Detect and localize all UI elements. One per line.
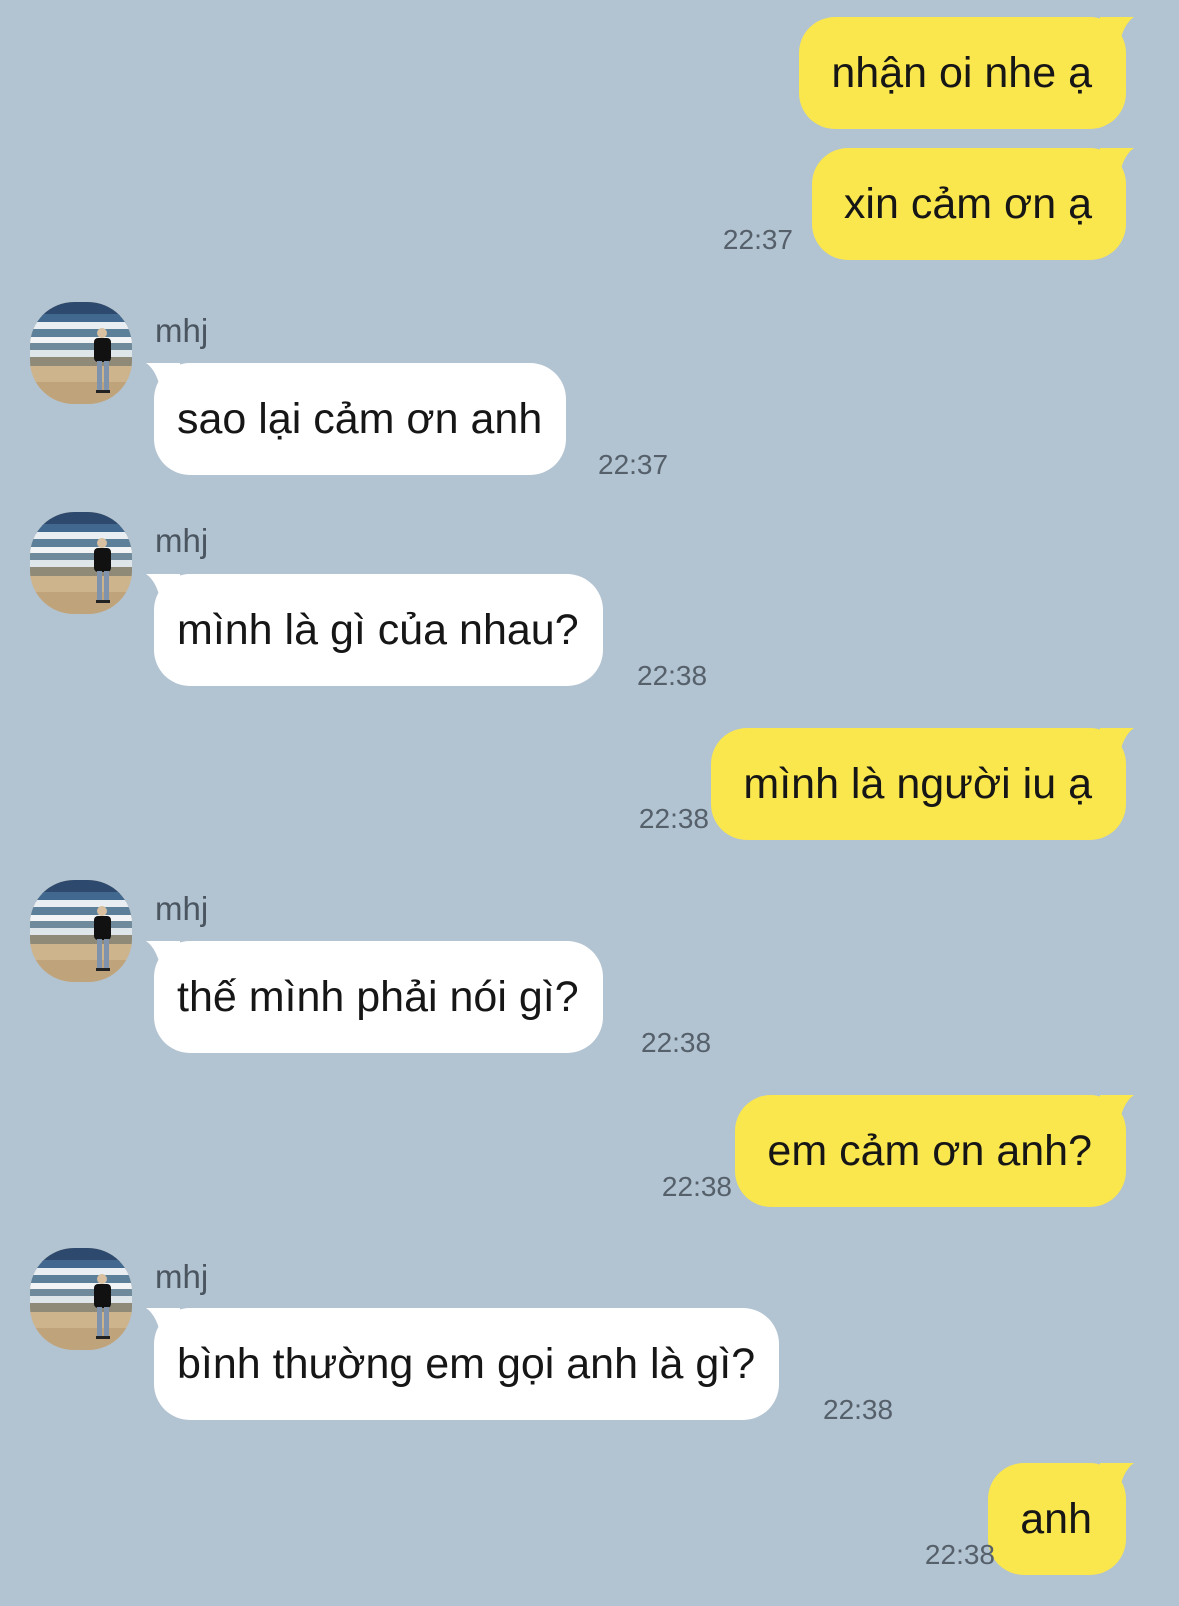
message-text: bình thường em gọi anh là gì? [177,1340,756,1388]
incoming-message-bubble[interactable]: thế mình phải nói gì? [154,941,603,1053]
message-timestamp: 22:38 [924,1539,995,1570]
bubble-tail-icon [146,574,180,608]
beach-photo-icon [30,512,132,614]
bubble-tail-icon [1100,17,1134,51]
message-text: mình là gì của nhau? [177,606,579,654]
bubble-tail-icon [1100,1095,1134,1129]
message-text: anh [1020,1495,1092,1543]
chat-thread[interactable]: nhận oi nhe ạ xin cảm ơn ạ 22:37 mhj sao… [0,0,1179,1606]
outgoing-message-bubble[interactable]: em cảm ơn anh? [735,1095,1126,1207]
incoming-message-bubble[interactable]: mình là gì của nhau? [154,574,603,686]
bubble-tail-icon [146,941,180,975]
contact-avatar[interactable] [30,512,132,614]
message-timestamp: 22:38 [661,1171,732,1202]
message-timestamp: 22:38 [641,1027,712,1058]
message-timestamp: 22:37 [598,449,669,480]
message-timestamp: 22:37 [722,224,793,255]
outgoing-message-bubble[interactable]: anh [988,1463,1126,1575]
outgoing-message-bubble[interactable]: mình là người iu ạ [711,728,1126,840]
sender-name: mhj [155,312,209,349]
bubble-tail-icon [1100,1463,1134,1497]
message-timestamp: 22:38 [823,1394,894,1425]
sender-name: mhj [155,1258,209,1295]
contact-avatar[interactable] [30,302,132,404]
bubble-tail-icon [1100,728,1134,762]
bubble-tail-icon [146,1308,180,1342]
outgoing-message-bubble[interactable]: xin cảm ơn ạ [811,148,1126,260]
message-timestamp: 22:38 [638,803,709,834]
outgoing-message-bubble[interactable]: nhận oi nhe ạ [799,17,1126,129]
message-text: em cảm ơn anh? [767,1127,1092,1175]
contact-avatar[interactable] [30,1248,132,1350]
beach-photo-icon [30,1248,132,1350]
bubble-tail-icon [1100,148,1134,182]
sender-name: mhj [155,890,209,927]
incoming-message-bubble[interactable]: sao lại cảm ơn anh [154,363,567,475]
bubble-tail-icon [146,363,180,397]
message-text: nhận oi nhe ạ [831,49,1092,97]
contact-avatar[interactable] [30,880,132,982]
sender-name: mhj [155,522,209,559]
message-text: mình là người iu ạ [743,760,1092,808]
beach-photo-icon [30,880,132,982]
message-timestamp: 22:38 [637,660,708,691]
message-text: sao lại cảm ơn anh [177,395,543,443]
message-text: xin cảm ơn ạ [843,180,1092,228]
beach-photo-icon [30,302,132,404]
incoming-message-bubble[interactable]: bình thường em gọi anh là gì? [154,1308,780,1420]
message-text: thế mình phải nói gì? [177,973,579,1021]
